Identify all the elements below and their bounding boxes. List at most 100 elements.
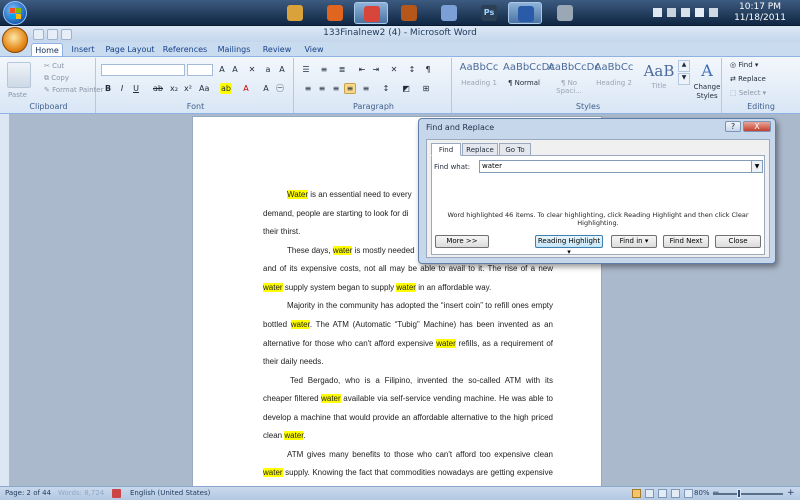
taskbar-app-app-8[interactable]	[548, 2, 582, 24]
style-0[interactable]: AaBbCc Heading 1	[458, 62, 500, 96]
tab-replace[interactable]: Replace	[462, 143, 498, 156]
redo-icon[interactable]	[61, 29, 72, 40]
paste-icon[interactable]	[7, 62, 31, 88]
word-count[interactable]: Words: 8,724	[58, 489, 104, 497]
more-button[interactable]: More >>	[435, 235, 489, 248]
outline-view-icon[interactable]	[671, 489, 680, 498]
character-border-icon[interactable]: A	[276, 64, 288, 75]
tab-review[interactable]: Review	[259, 43, 295, 57]
bold-icon[interactable]: B	[102, 83, 114, 94]
align-left-icon[interactable]: ≡	[302, 83, 314, 94]
chevron-down-icon[interactable]: ▼	[751, 161, 762, 172]
zoom-level[interactable]: 80%	[694, 489, 710, 497]
subscript-icon[interactable]: x₂	[168, 83, 180, 94]
zoom-slider[interactable]	[713, 489, 783, 498]
distributed-icon[interactable]: ≡	[360, 83, 372, 94]
help-icon[interactable]: ?	[725, 121, 741, 132]
text-highlight-icon[interactable]: ab	[220, 83, 232, 94]
italic-icon[interactable]: I	[116, 83, 128, 94]
tray-monitor-icon[interactable]	[667, 8, 676, 17]
numbering-icon[interactable]: ≡	[318, 64, 330, 75]
tray-network-icon[interactable]	[681, 8, 690, 17]
character-shading-icon[interactable]: A	[260, 83, 272, 94]
taskbar-app-word[interactable]	[508, 2, 542, 24]
phonetic-guide-icon[interactable]: a	[262, 64, 274, 75]
decrease-indent-icon[interactable]: ⇤	[356, 64, 368, 75]
multilevel-list-icon[interactable]: ≣	[336, 64, 348, 75]
clock-date[interactable]: 11/18/2011	[730, 13, 790, 23]
font-name-combo[interactable]	[101, 64, 185, 76]
find-in-button[interactable]: Find in ▾	[611, 235, 657, 248]
find-next-button[interactable]: Find Next	[663, 235, 709, 248]
change-styles-icon[interactable]: A	[696, 61, 718, 81]
underline-icon[interactable]: U	[130, 83, 142, 94]
select-button[interactable]: ⬚ Select ▾	[730, 88, 766, 99]
style-2[interactable]: AaBbCcDc ¶ No Spaci...	[548, 62, 600, 96]
save-icon[interactable]	[33, 29, 44, 40]
undo-icon[interactable]	[47, 29, 58, 40]
tab-mailings[interactable]: Mailings	[214, 43, 254, 57]
font-color-icon[interactable]: A	[240, 83, 252, 94]
line-spacing-icon[interactable]: ↕	[380, 83, 392, 94]
bullets-icon[interactable]: ☰	[300, 64, 312, 75]
change-styles-button[interactable]: Change Styles	[692, 83, 722, 101]
cut-button[interactable]: ✂ Cut	[44, 61, 64, 72]
font-size-combo[interactable]	[187, 64, 213, 76]
zoom-in-icon[interactable]: +	[787, 488, 795, 498]
office-button[interactable]	[2, 27, 28, 53]
tab-go-to[interactable]: Go To	[499, 143, 531, 156]
proofing-icon[interactable]	[112, 489, 121, 498]
style-1[interactable]: AaBbCcDc ¶ Normal	[503, 62, 555, 96]
zoom-slider-knob[interactable]	[737, 489, 741, 498]
tray-battery-icon[interactable]	[709, 8, 718, 17]
tab-page-layout[interactable]: Page Layout	[104, 43, 156, 57]
format-painter-button[interactable]: ✎ Format Painter	[44, 85, 104, 96]
paste-button[interactable]: Paste	[8, 90, 27, 101]
style-4[interactable]: AaB Title	[638, 62, 680, 96]
borders-icon[interactable]: ⊞	[420, 83, 432, 94]
find-button[interactable]: ◎ Find ▾	[730, 60, 758, 71]
taskbar-app-app-5[interactable]	[432, 2, 466, 24]
superscript-icon[interactable]: x²	[182, 83, 194, 94]
align-center-icon[interactable]: ≡	[316, 83, 328, 94]
change-case-icon[interactable]: Aa	[198, 83, 210, 94]
web-layout-icon[interactable]	[658, 489, 667, 498]
full-screen-reading-icon[interactable]	[645, 489, 654, 498]
increase-indent-icon[interactable]: ⇥	[370, 64, 382, 75]
clear-formatting-icon[interactable]: ✕	[246, 64, 258, 75]
print-layout-icon[interactable]	[632, 489, 641, 498]
language[interactable]: English (United States)	[130, 489, 210, 497]
justify-icon[interactable]: ≡	[344, 83, 356, 94]
taskbar-app-photoshop[interactable]: Ps	[472, 2, 506, 24]
close-icon[interactable]: X	[743, 121, 771, 132]
sort-icon[interactable]: ↕	[406, 64, 418, 75]
reading-highlight-button[interactable]: Reading Highlight ▾	[535, 235, 603, 256]
clock-time[interactable]: 10:17 PM	[730, 2, 790, 12]
tray-volume-icon[interactable]	[695, 8, 704, 17]
shading-icon[interactable]: ◩	[400, 83, 412, 94]
tab-insert[interactable]: Insert	[67, 43, 99, 57]
strikethrough-icon[interactable]: ab	[152, 83, 164, 94]
scroll-up-icon[interactable]: ▲	[678, 60, 690, 72]
tab-references[interactable]: References	[161, 43, 209, 57]
taskbar-app-chrome[interactable]	[354, 2, 388, 24]
taskbar-app-explorer[interactable]	[278, 2, 312, 24]
find-what-input[interactable]: water ▼	[479, 160, 763, 173]
close-button[interactable]: Close	[715, 235, 761, 248]
replace-button[interactable]: ⇄ Replace	[730, 74, 766, 85]
shrink-font-icon[interactable]: A	[229, 64, 241, 75]
copy-button[interactable]: ⧉ Copy	[44, 73, 69, 84]
draft-view-icon[interactable]	[684, 489, 693, 498]
align-right-icon[interactable]: ≡	[330, 83, 342, 94]
enclose-characters-icon[interactable]: ㊀	[274, 83, 286, 94]
tab-find[interactable]: Find	[431, 143, 461, 156]
taskbar-app-app-4[interactable]	[392, 2, 426, 24]
grow-font-icon[interactable]: A	[216, 64, 228, 75]
start-button[interactable]	[3, 1, 27, 25]
scroll-down-icon[interactable]: ▼	[678, 73, 690, 85]
chinese-layout-icon[interactable]: ✕	[388, 64, 400, 75]
tray-flag-icon[interactable]	[653, 8, 662, 17]
tab-home[interactable]: Home	[31, 43, 63, 57]
style-3[interactable]: AaBbCc Heading 2	[593, 62, 635, 96]
show-marks-icon[interactable]: ¶	[422, 64, 434, 75]
